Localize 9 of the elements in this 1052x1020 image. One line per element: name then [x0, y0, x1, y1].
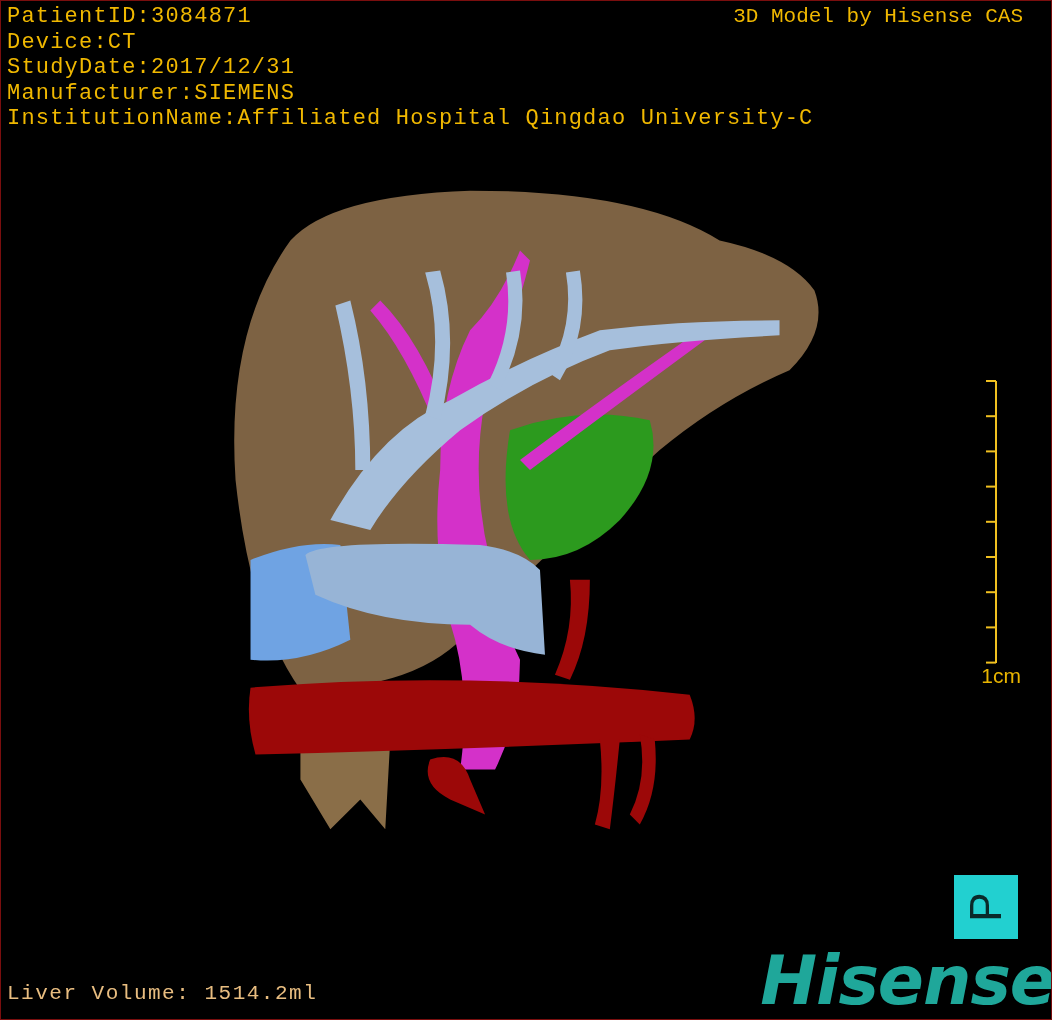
study-info-text: Device:CT [7, 29, 137, 55]
study-info-text: PatientID:3084871 [7, 4, 252, 30]
scale-label: 1cm [981, 663, 1021, 688]
orientation-marker[interactable]: P [954, 875, 1018, 939]
study-info-text: StudyDate:2017/12/31 [7, 55, 296, 81]
study-info-text: Manufacturer:SIEMENS [7, 80, 296, 106]
model-credit-text: 3D Model by Hisense CAS [733, 4, 1023, 30]
liver-volume-text: Liver Volume: 1514.2ml [7, 981, 318, 1007]
study-info-text: InstitutionName:Affiliated Hospital Qingdao University-C [7, 106, 814, 132]
